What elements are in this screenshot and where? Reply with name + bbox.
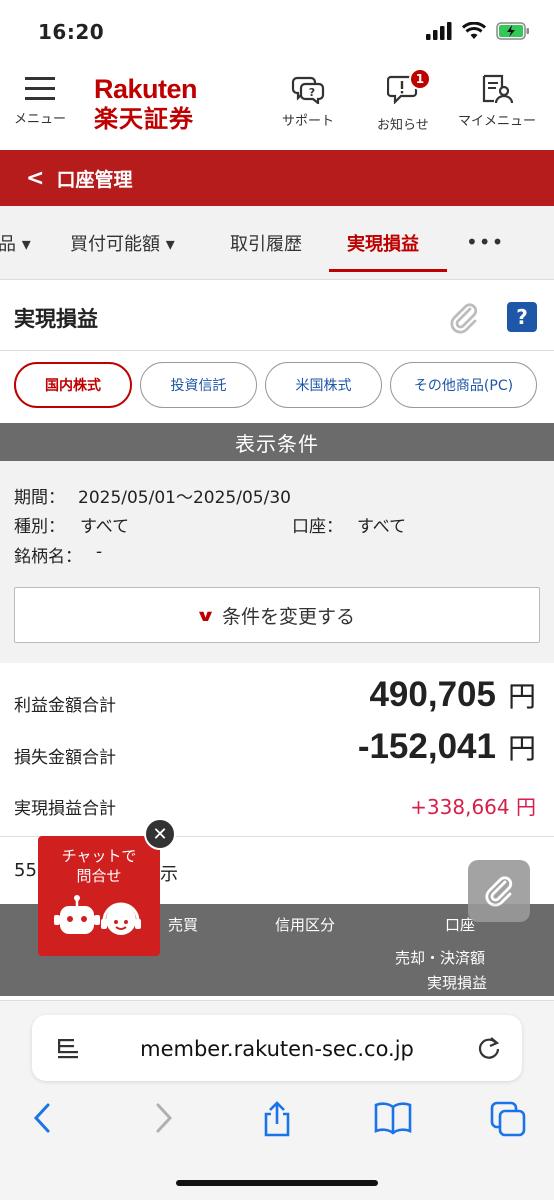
notice-label: お知らせ xyxy=(377,118,429,133)
tab-more[interactable]: ••• xyxy=(466,230,504,254)
net-total-label: 実現損益合計 xyxy=(14,799,116,819)
loss-total-value: -152,041 円 xyxy=(358,727,536,767)
tab-trade-history[interactable]: 取引履歴 xyxy=(230,230,302,256)
logo-jp: 楽天証券 xyxy=(94,105,194,133)
svg-text:?: ? xyxy=(309,86,315,99)
back-icon[interactable] xyxy=(30,1101,56,1135)
support-icon: ? xyxy=(291,76,325,104)
chat-label: チャットで 問合せ xyxy=(38,846,160,886)
bookmarks-icon[interactable] xyxy=(374,1101,412,1135)
chip-other-products[interactable]: その他商品(PC) xyxy=(390,362,537,408)
support-label: サポート xyxy=(282,114,335,129)
tab-bar: 品 ▾ 買付可能額 ▾ 取引履歴 実現損益 ••• xyxy=(0,206,554,280)
chat-widget[interactable]: チャットで 問合せ xyxy=(38,836,160,956)
net-total-value: +338,664 円 xyxy=(410,795,536,819)
page-bar-title[interactable]: 口座管理 xyxy=(56,165,132,192)
tab-realized-pnl[interactable]: 実現損益 xyxy=(347,230,419,256)
conditions-heading: 表示条件 xyxy=(0,423,554,461)
notice-button[interactable]: 1 お知らせ xyxy=(377,68,431,133)
forward-icon[interactable] xyxy=(150,1101,176,1135)
browser-toolbar: member.rakuten-sec.co.jp xyxy=(0,1000,554,1200)
notice-badge: 1 xyxy=(408,68,431,90)
account-label: 口座： xyxy=(292,517,343,537)
chat-robot-icon xyxy=(54,895,141,935)
col-trade: 売買 xyxy=(168,916,199,934)
col-amount: 売却・決済額 xyxy=(395,949,486,967)
profit-total-value: 490,705 円 xyxy=(369,675,536,715)
chevron-down-icon: ∨ xyxy=(195,605,216,625)
result-count-prefix: 55 xyxy=(14,860,37,881)
stock-name-label: 銘柄名： xyxy=(14,547,82,567)
hamburger-icon xyxy=(25,77,55,100)
change-conditions-label: 条件を変更する xyxy=(221,605,355,628)
home-indicator xyxy=(176,1180,378,1186)
url-text: member.rakuten-sec.co.jp xyxy=(140,1037,414,1061)
page-bar: < 口座管理 xyxy=(0,150,554,206)
divider xyxy=(0,350,554,351)
share-icon[interactable] xyxy=(260,1101,294,1137)
change-conditions-button[interactable]: ∨ 条件を変更する xyxy=(14,587,540,643)
battery-icon xyxy=(496,22,529,40)
signal-icon xyxy=(426,22,452,40)
tab-buying-power[interactable]: 買付可能額 ▾ xyxy=(70,230,175,256)
tab-products[interactable]: 品 ▾ xyxy=(0,230,31,256)
rakuten-logo[interactable]: Rakuten 楽天証券 xyxy=(94,74,198,134)
loss-total-amount: -152,041 xyxy=(357,727,496,766)
account-value: すべて xyxy=(357,517,407,537)
profit-total-label: 利益金額合計 xyxy=(14,696,116,716)
status-bar: 16:20 xyxy=(0,0,554,64)
menu-button[interactable]: メニュー xyxy=(14,74,66,127)
menu-label: メニュー xyxy=(14,112,67,127)
chat-close-icon[interactable]: ✕ xyxy=(144,818,176,850)
mymenu-icon xyxy=(482,74,513,104)
floating-clip-button[interactable] xyxy=(468,860,530,922)
chip-mutual-funds[interactable]: 投資信託 xyxy=(140,362,257,408)
loss-total-unit: 円 xyxy=(507,732,536,765)
support-button[interactable]: ? サポート xyxy=(282,74,334,129)
profit-total-unit: 円 xyxy=(507,680,536,713)
wifi-icon xyxy=(462,22,486,39)
result-count-suffix: 示 xyxy=(160,864,178,885)
col-margin: 信用区分 xyxy=(275,916,336,934)
chat-line-1: チャットで xyxy=(61,847,137,865)
loss-total-label: 損失金額合計 xyxy=(14,748,116,768)
back-chevron-icon[interactable]: < xyxy=(26,166,44,191)
profit-total-amount: 490,705 xyxy=(369,675,496,714)
mymenu-button[interactable]: マイメニュー xyxy=(458,74,536,129)
address-bar[interactable]: member.rakuten-sec.co.jp xyxy=(32,1015,522,1081)
chat-line-2: 問合せ xyxy=(76,867,122,885)
chip-us-stocks[interactable]: 米国株式 xyxy=(265,362,382,408)
tabs-icon[interactable] xyxy=(490,1101,526,1137)
col-pnl: 実現損益 xyxy=(427,974,488,992)
clip-icon xyxy=(485,876,513,907)
status-time: 16:20 xyxy=(38,20,105,44)
mymenu-label: マイメニュー xyxy=(458,114,537,129)
help-icon[interactable]: ? xyxy=(507,302,537,332)
reload-icon[interactable] xyxy=(476,1035,502,1061)
status-icons xyxy=(426,22,530,40)
active-tab-indicator xyxy=(329,269,447,272)
period-label: 期間： xyxy=(14,488,65,508)
clip-icon[interactable] xyxy=(446,300,482,340)
type-value: すべて xyxy=(80,517,130,537)
app-header: メニュー Rakuten 楽天証券 ? サポート 1 お知らせ マイメニュー xyxy=(0,64,554,150)
chip-domestic-stocks[interactable]: 国内株式 xyxy=(14,362,132,408)
type-label: 種別： xyxy=(14,517,65,537)
section-title: 実現損益 xyxy=(14,307,98,331)
logo-en: Rakuten xyxy=(94,74,198,104)
period-value: 2025/05/01～2025/05/30 xyxy=(78,488,291,508)
stock-name-value: - xyxy=(96,542,103,562)
